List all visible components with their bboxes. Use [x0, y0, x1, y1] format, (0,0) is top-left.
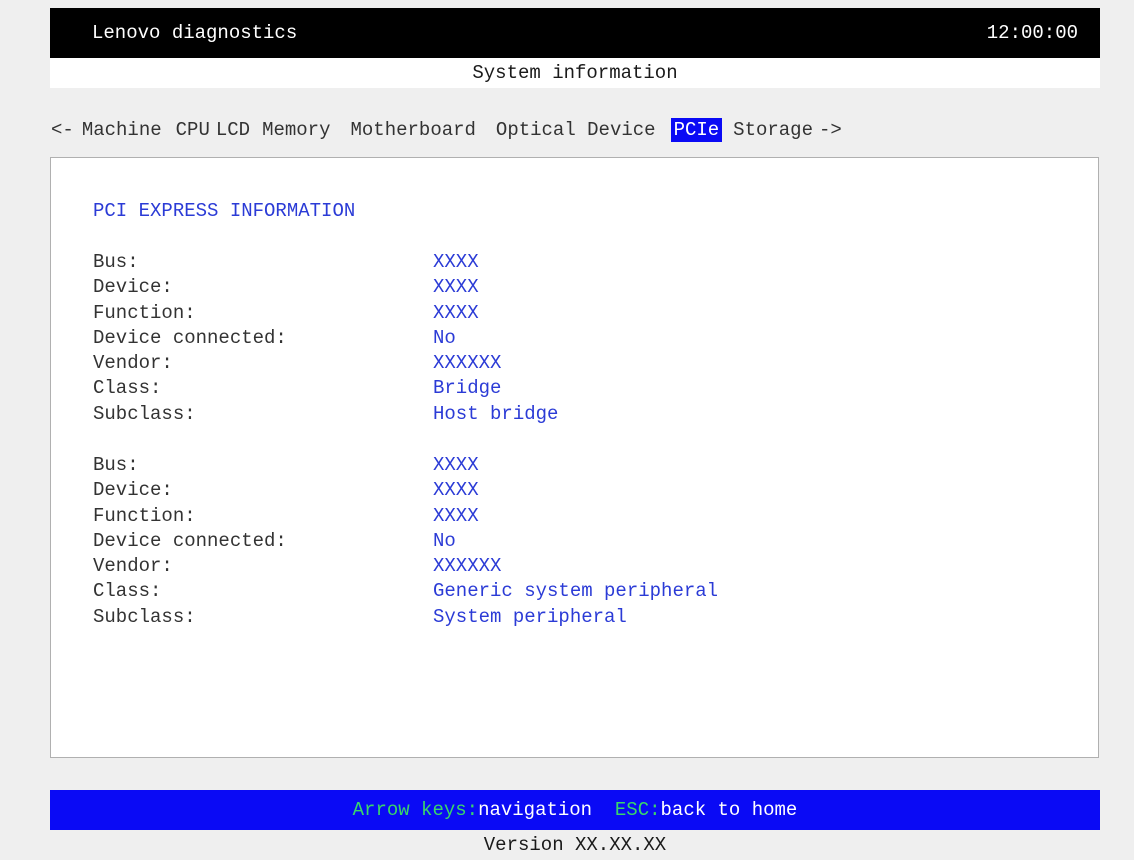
field-value: Bridge	[433, 377, 502, 400]
info-row: Device: XXXX	[93, 478, 718, 503]
arrow-keys-action: navigation	[478, 799, 593, 821]
info-row: Vendor: XXXXXX	[93, 351, 558, 376]
info-row: Device connected: No	[93, 326, 558, 351]
page-subtitle: System information	[50, 58, 1100, 88]
field-label: Device:	[93, 479, 173, 502]
clock: 12:00:00	[986, 22, 1078, 44]
field-value: XXXX	[433, 276, 479, 299]
field-value: XXXXXX	[433, 555, 502, 578]
field-label: Device connected:	[93, 529, 287, 552]
field-label: Device connected:	[93, 326, 287, 349]
field-value: System peripheral	[433, 605, 627, 628]
info-row: Class: Generic system peripheral	[93, 579, 718, 604]
info-row: Function: XXXX	[93, 504, 718, 529]
panel-title: PCI EXPRESS INFORMATION	[93, 200, 356, 222]
tab-motherboard[interactable]: Motherboard	[348, 118, 479, 142]
info-row: Bus: XXXX	[93, 250, 558, 275]
field-value: Generic system peripheral	[433, 580, 719, 603]
field-value: No	[433, 326, 456, 349]
field-value: XXXX	[433, 504, 479, 527]
tab-optical-device[interactable]: Optical Device	[493, 118, 659, 142]
field-label: Bus:	[93, 454, 139, 476]
info-row: Vendor: XXXXXX	[93, 554, 718, 579]
field-label: Function:	[93, 301, 196, 324]
field-label: Vendor:	[93, 352, 173, 375]
field-value: XXXX	[433, 454, 479, 476]
field-label: Subclass:	[93, 402, 196, 425]
tab-memory[interactable]: Memory	[259, 118, 333, 142]
esc-key-hint: ESC:	[614, 799, 661, 821]
field-label: Vendor:	[93, 555, 173, 578]
info-row: Subclass: Host bridge	[93, 402, 558, 427]
field-label: Subclass:	[93, 605, 196, 628]
title-bar: Lenovo diagnostics 12:00:00	[50, 8, 1100, 58]
field-value: XXXX	[433, 479, 479, 502]
pcie-device-group: Bus: XXXX Device: XXXX Function: XXXX Devic…	[93, 250, 558, 427]
tab-prev-arrow[interactable]: <-	[48, 118, 77, 142]
pcie-device-group: Bus: XXXX Device: XXXX Function: XXXX Devic…	[93, 453, 718, 630]
field-label: Class:	[93, 377, 162, 400]
pcie-info-panel: PCI EXPRESS INFORMATION Bus: XXXX Device:…	[50, 157, 1099, 758]
info-row: Device: XXXX	[93, 275, 558, 300]
field-value: XXXX	[433, 301, 479, 324]
field-label: Device:	[93, 276, 173, 299]
tab-next-arrow[interactable]: ->	[816, 118, 845, 142]
info-row: Subclass: System peripheral	[93, 605, 718, 630]
info-row: Device connected: No	[93, 529, 718, 554]
field-label: Bus:	[93, 251, 139, 273]
field-label: Function:	[93, 504, 196, 527]
tab-machine[interactable]: Machine	[79, 118, 165, 142]
info-row: Class: Bridge	[93, 376, 558, 401]
info-row: Bus: XXXX	[93, 453, 718, 478]
tab-pcie[interactable]: PCIe	[670, 118, 723, 142]
tab-lcd[interactable]: LCD	[213, 118, 253, 142]
field-label: Class:	[93, 580, 162, 603]
tab-storage[interactable]: Storage	[730, 118, 816, 142]
field-value: XXXX	[433, 251, 479, 273]
esc-key-action: back to home	[660, 799, 798, 821]
version-label: Version XX.XX.XX	[483, 834, 667, 856]
key-hint-bar: Arrow keys:navigation ESC:back to home	[50, 790, 1100, 830]
info-row: Function: XXXX	[93, 301, 558, 326]
field-value: No	[433, 529, 456, 552]
tab-bar: <- Machine CPU LCD Memory Motherboard Op…	[48, 113, 1108, 147]
field-value: Host bridge	[433, 402, 559, 425]
arrow-keys-hint: Arrow keys:	[352, 799, 479, 821]
field-value: XXXXXX	[433, 352, 502, 375]
app-title: Lenovo diagnostics	[92, 22, 298, 44]
tab-cpu[interactable]: CPU	[173, 118, 213, 142]
